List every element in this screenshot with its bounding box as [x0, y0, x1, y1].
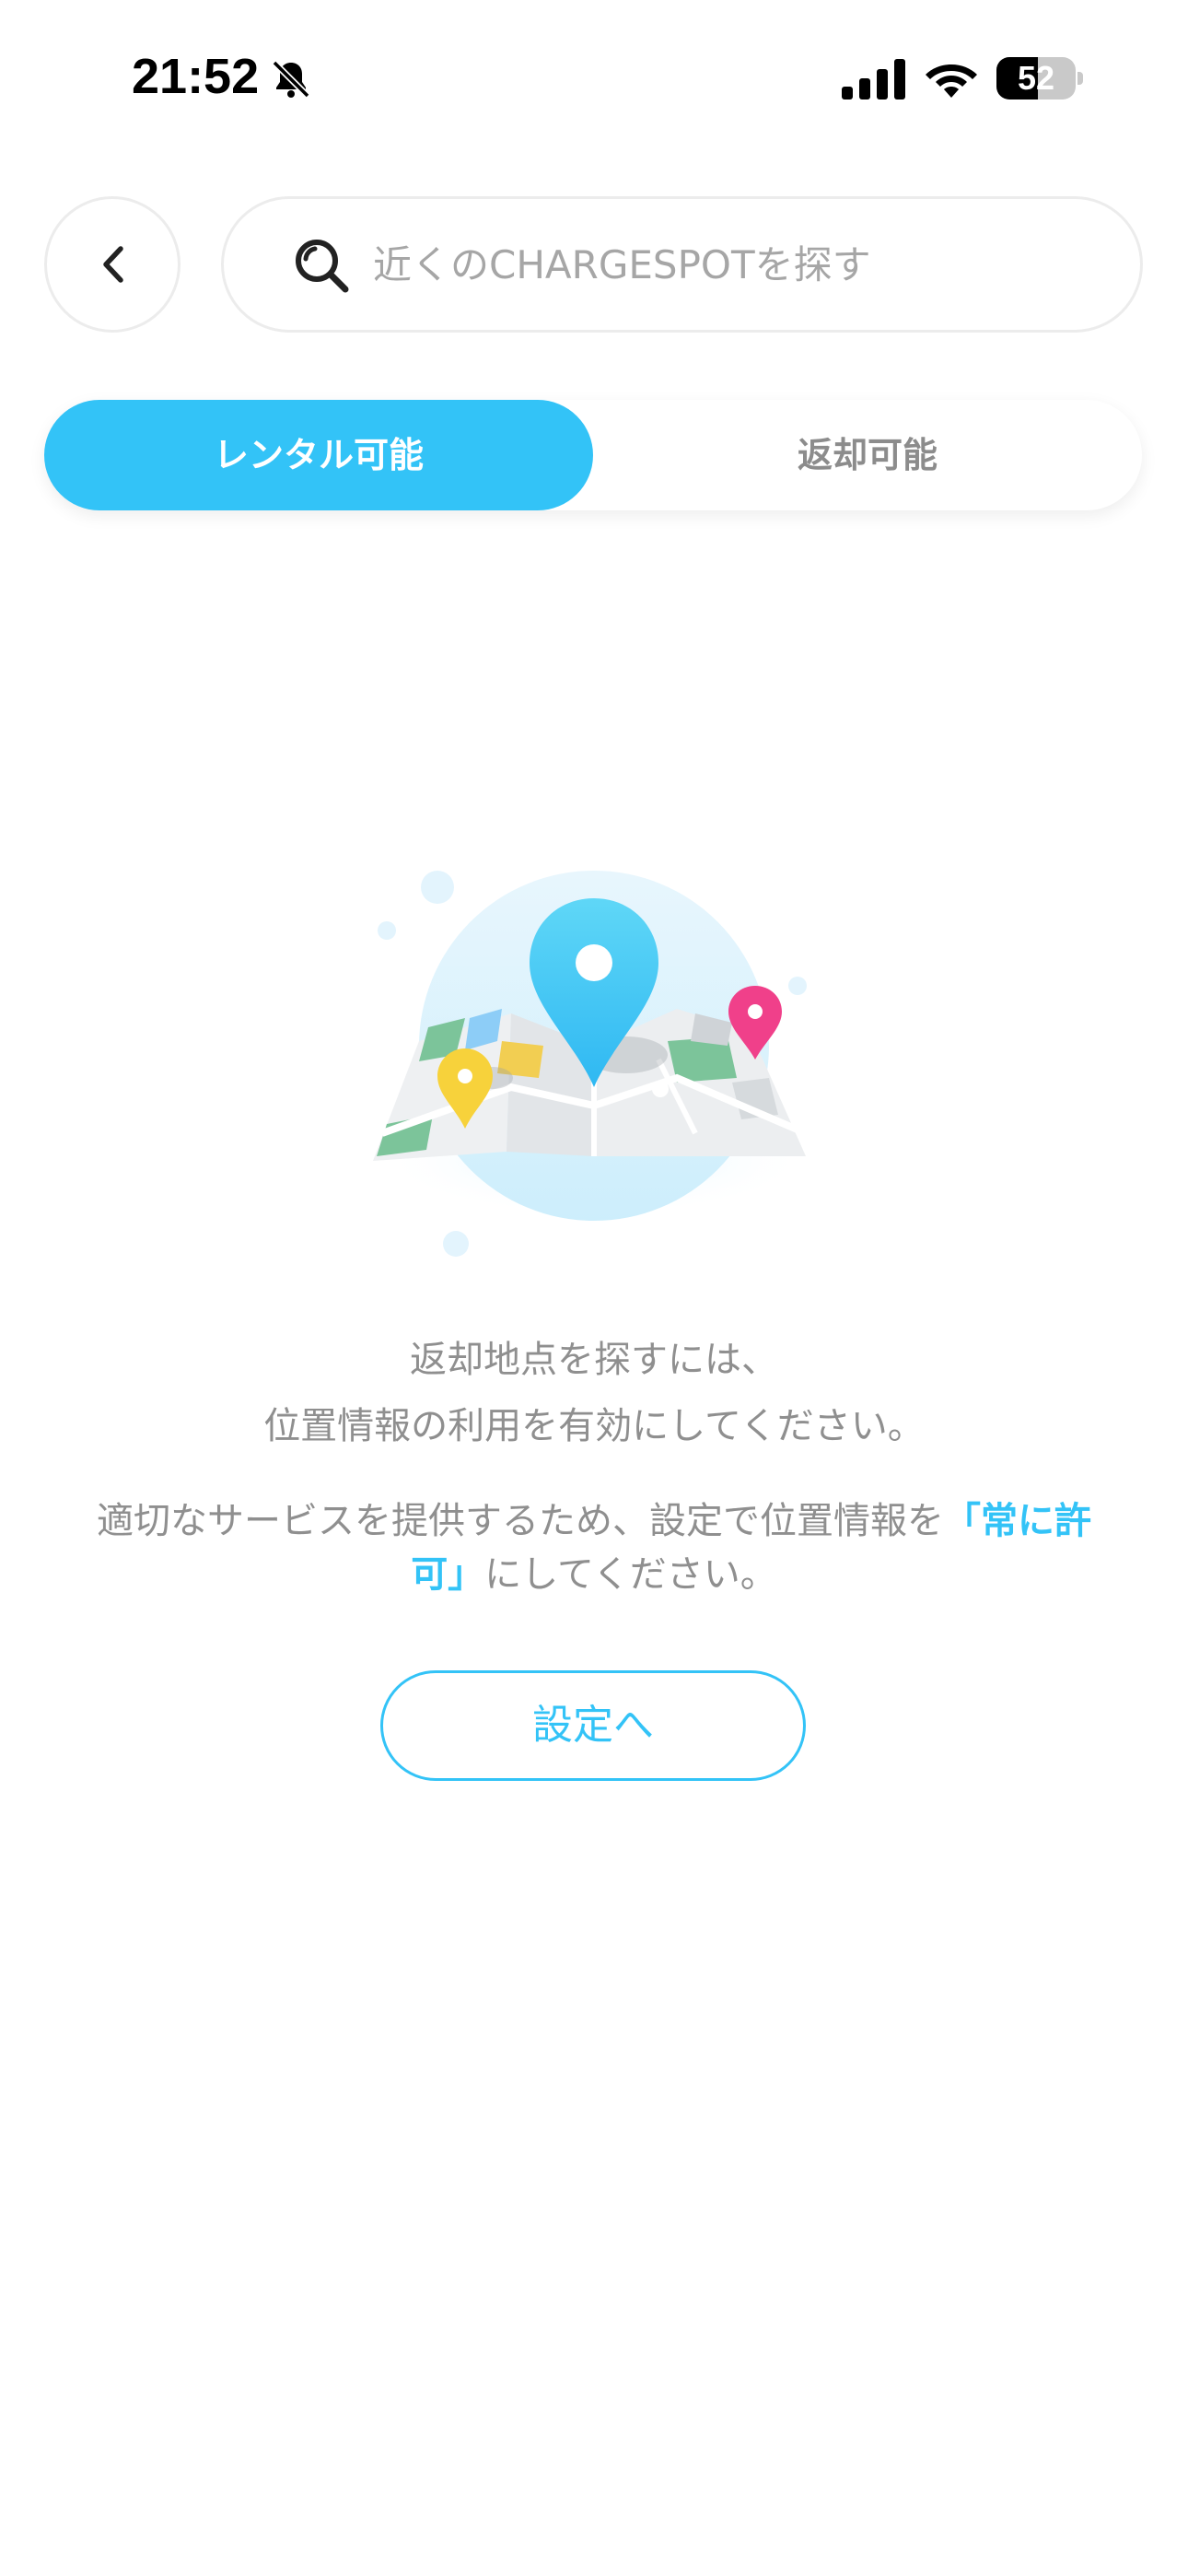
search-box[interactable]	[221, 196, 1143, 333]
message-line-2: 位置情報の利用を有効にしてください。	[263, 1405, 925, 1447]
search-icon	[296, 240, 349, 293]
map-with-location-pins-illustration	[373, 871, 808, 1257]
search-input[interactable]	[373, 199, 1110, 330]
go-to-settings-button[interactable]: 設定へ	[380, 1670, 806, 1781]
location-permission-message: 返却地点を探すには、 位置情報の利用を有効にしてください。	[0, 1327, 1188, 1459]
tab-rental-available[interactable]: レンタル可能	[44, 400, 593, 510]
status-time: 21:52	[132, 49, 260, 104]
chevron-left-icon	[103, 246, 123, 283]
detail-suffix: にしてください。	[484, 1553, 777, 1596]
tab-return-available[interactable]: 返却可能	[593, 400, 1142, 510]
screen: 21:52 52 近くのCHARGESPOTを探す レンタル可能 返却可能 返却…	[0, 0, 1188, 2576]
battery-icon: 52	[996, 57, 1083, 100]
detail-prefix: 適切なサービスを提供するため、設定で位置情報を	[97, 1500, 944, 1542]
cellular-signal-icon	[842, 59, 905, 100]
tab-bar: レンタル可能 返却可能	[44, 400, 1142, 510]
wifi-icon	[926, 64, 977, 98]
message-line-1: 返却地点を探すには、	[410, 1339, 778, 1381]
bell-slash-icon	[272, 60, 310, 99]
status-bar: 21:52 52	[0, 0, 1188, 157]
battery-level: 52	[1017, 59, 1055, 97]
location-permission-detail: 適切なサービスを提供するため、設定で位置情報を「常に許可」にしてください。	[74, 1494, 1114, 1601]
back-button[interactable]	[44, 196, 181, 333]
